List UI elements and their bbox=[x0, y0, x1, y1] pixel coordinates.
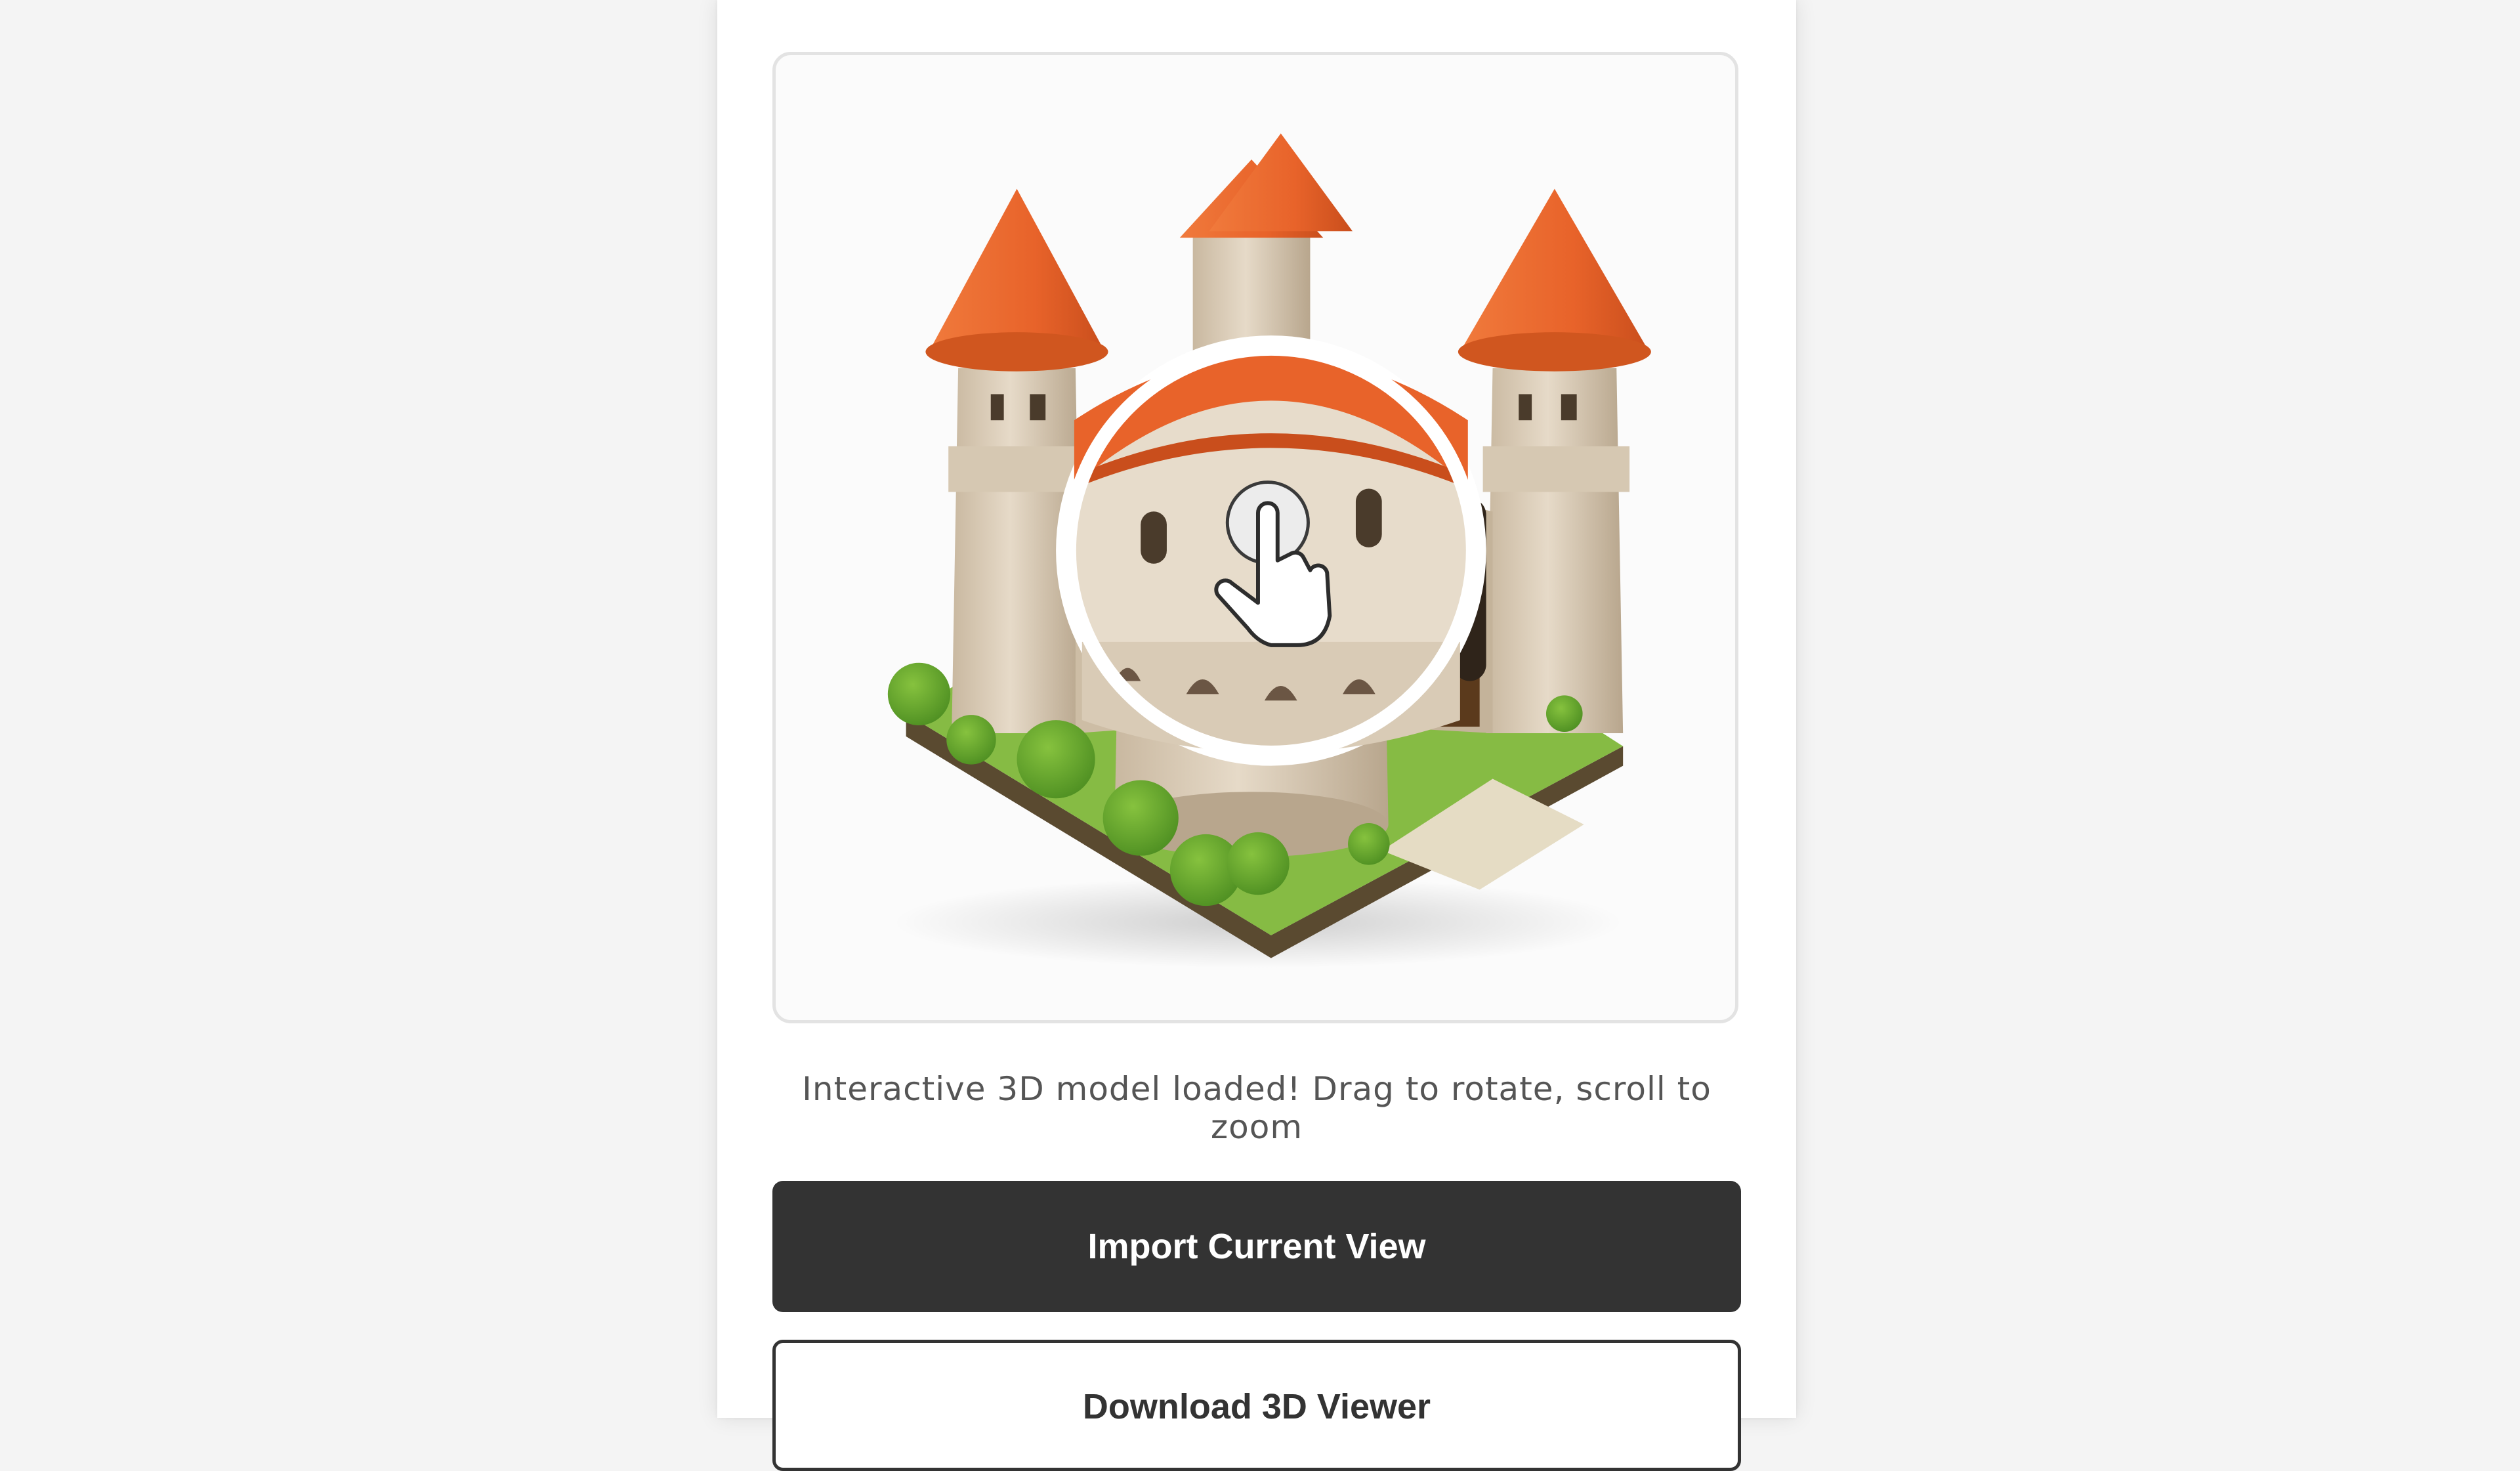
import-button-label: Import Current View bbox=[1087, 1227, 1426, 1266]
import-current-view-button[interactable]: Import Current View bbox=[772, 1181, 1741, 1312]
castle-3d-model[interactable] bbox=[776, 55, 1735, 1020]
download-button-label: Download 3D Viewer bbox=[1082, 1387, 1431, 1426]
main-panel: Interactive 3D model loaded! Drag to rot… bbox=[717, 0, 1796, 1471]
download-3d-viewer-button[interactable]: Download 3D Viewer bbox=[772, 1340, 1741, 1471]
status-message: Interactive 3D model loaded! Drag to rot… bbox=[802, 1070, 1712, 1146]
model-viewer[interactable] bbox=[772, 52, 1738, 1023]
